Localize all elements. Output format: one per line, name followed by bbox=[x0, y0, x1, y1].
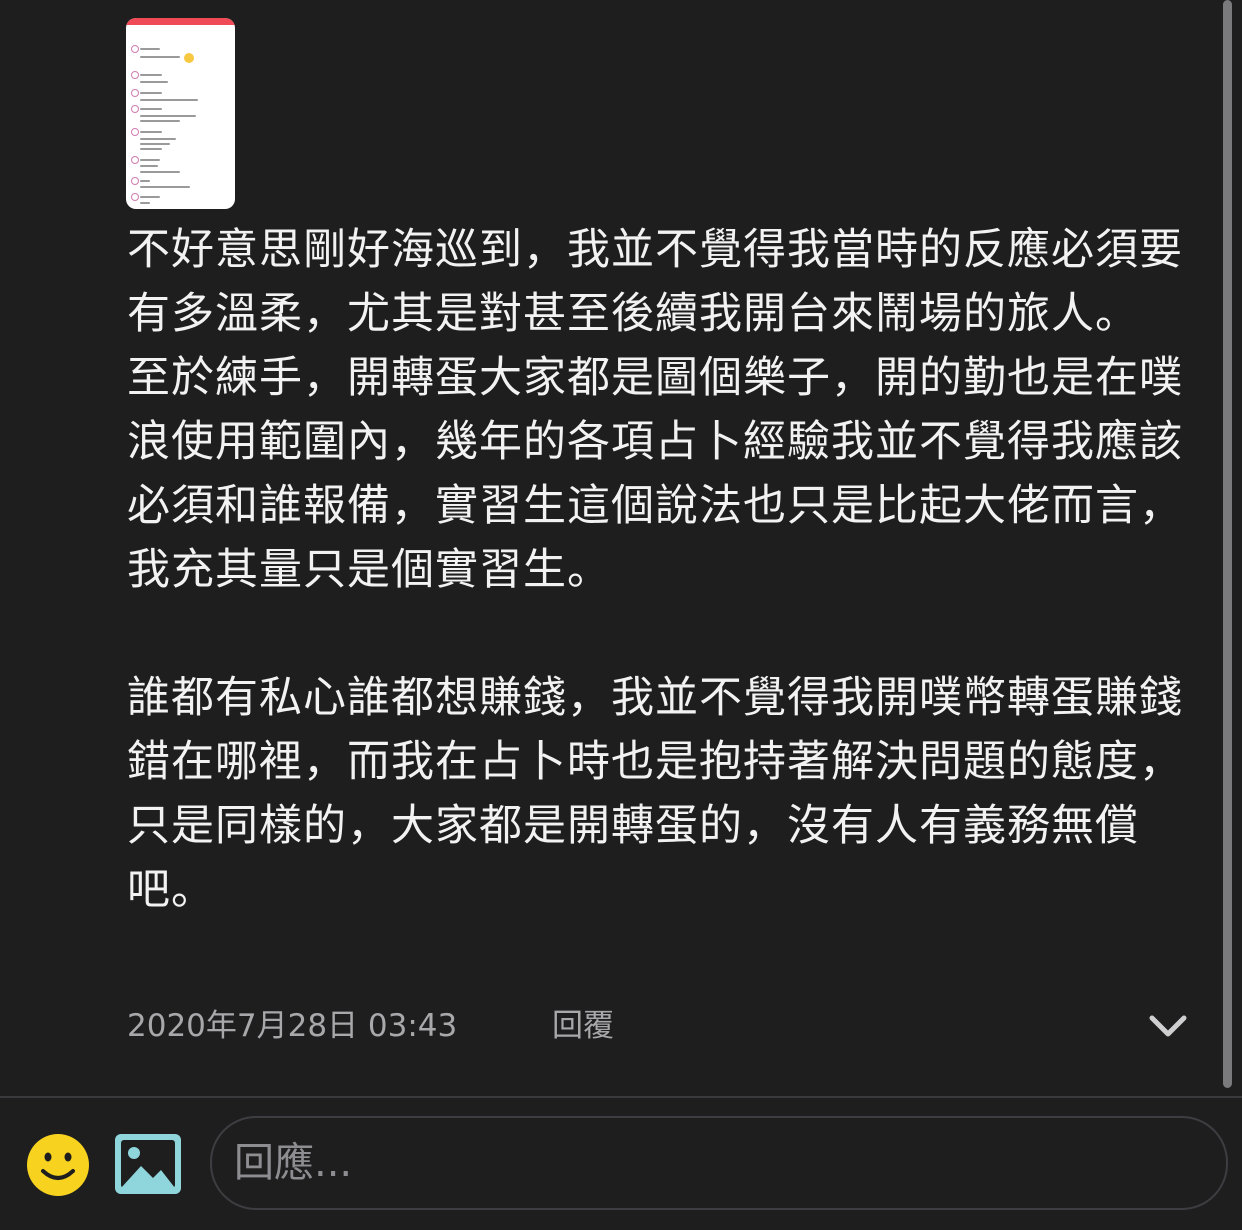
thumbnail-avatar bbox=[131, 89, 139, 97]
thumbnail-line bbox=[140, 202, 150, 204]
thumbnail-avatar bbox=[131, 193, 139, 201]
thumbnail-avatar bbox=[131, 45, 139, 53]
thumbnail-line bbox=[140, 159, 160, 161]
thumbnail-avatar bbox=[131, 71, 139, 79]
comment-timestamp: 2020年7月28日 03:43 bbox=[127, 1008, 458, 1044]
thumbnail-line bbox=[140, 131, 162, 133]
thumbnail-line bbox=[140, 115, 196, 117]
thumbnail-line bbox=[140, 74, 162, 76]
thumbnail-line bbox=[140, 56, 180, 58]
thumbnail-avatar bbox=[131, 177, 139, 185]
comment-body: 不好意思剛好海巡到，我並不覺得我當時的反應必須要有多溫柔，尤其是對甚至後續我開台… bbox=[127, 218, 1187, 922]
thumbnail-line bbox=[140, 99, 198, 101]
thumbnail-line bbox=[140, 143, 170, 145]
reply-link[interactable]: 回覆 bbox=[552, 1004, 614, 1048]
thumbnail-line bbox=[140, 120, 180, 122]
reply-input[interactable] bbox=[210, 1116, 1228, 1210]
thumbnail-line bbox=[140, 108, 162, 110]
thumbnail-line bbox=[140, 48, 160, 50]
thumbnail-line bbox=[140, 81, 168, 83]
chevron-down-icon[interactable] bbox=[1146, 1008, 1190, 1044]
image-icon[interactable] bbox=[115, 1134, 181, 1194]
thumbnail-line bbox=[140, 186, 190, 188]
attached-image-thumbnail[interactable] bbox=[126, 18, 235, 209]
thumbnail-line bbox=[140, 196, 160, 198]
composer-divider bbox=[0, 1096, 1242, 1098]
thumbnail-line bbox=[140, 92, 162, 94]
comment-paragraph: 不好意思剛好海巡到，我並不覺得我當時的反應必須要有多溫柔，尤其是對甚至後續我開台… bbox=[127, 225, 1183, 339]
thumbnail-line bbox=[140, 148, 162, 150]
comment-paragraph: 誰都有私心誰都想賺錢，我並不覺得我開噗幣轉蛋賺錢錯在哪裡，而我在占卜時也是抱持著… bbox=[127, 673, 1183, 915]
comment-paragraph: 至於練手，開轉蛋大家都是圖個樂子，開的勤也是在噗浪使用範圍內，幾年的各項占卜經驗… bbox=[127, 353, 1183, 595]
scrollbar[interactable] bbox=[1223, 0, 1232, 1088]
thumbnail-avatar bbox=[131, 156, 139, 164]
thumbnail-line bbox=[140, 180, 150, 182]
thumbnail-status-bar bbox=[126, 18, 235, 25]
thumbnail-line bbox=[140, 171, 180, 173]
thumbnail-emoji-icon bbox=[184, 53, 194, 63]
thumbnail-avatar bbox=[131, 105, 139, 113]
thumbnail-line bbox=[140, 138, 176, 140]
smiley-icon[interactable] bbox=[26, 1133, 90, 1197]
thumbnail-line bbox=[140, 165, 158, 167]
thumbnail-avatar bbox=[131, 128, 139, 136]
